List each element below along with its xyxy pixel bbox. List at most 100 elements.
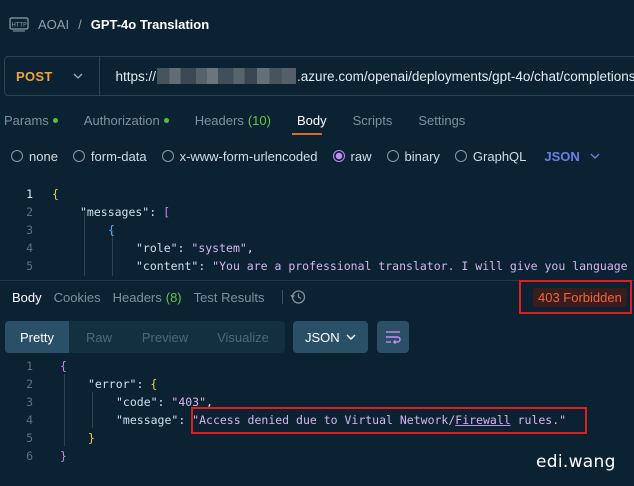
tab-body-label: Body [296, 112, 327, 128]
wrap-lines-button[interactable] [377, 321, 409, 353]
line-number: 3 [26, 223, 33, 237]
wrap-lines-icon [386, 331, 401, 344]
radio-form-data[interactable]: form-data [72, 148, 147, 164]
body-format-label: JSON [544, 148, 580, 164]
json-colon: : [157, 395, 172, 409]
response-tab-body-label: Body [12, 289, 42, 305]
method-select[interactable]: POST [5, 57, 100, 95]
code-text: } [88, 431, 95, 445]
breadcrumb: HTTP AOAI / GPT-4o Translation [9, 14, 209, 34]
response-tab-headers[interactable]: Headers (8) [113, 290, 182, 305]
radio-binary-circle [386, 150, 399, 162]
json-key: "role" [136, 241, 178, 255]
code-text: "role": "system", [136, 241, 254, 255]
code-text: } [60, 449, 67, 463]
code-text: "error": { [88, 377, 157, 391]
code-text: { [60, 359, 67, 373]
radio-binary-label: binary [404, 148, 440, 164]
url-prefix: https:// [115, 68, 157, 84]
radio-none[interactable]: none [11, 149, 58, 164]
line-number: 6 [26, 449, 33, 463]
json-string: "You are a professional translator. I wi… [212, 259, 628, 273]
request-bar: POST https:// .azure.com/openai/deployme… [4, 56, 634, 96]
breadcrumb-parent[interactable]: AOAI [38, 17, 69, 32]
indent-guide [64, 374, 65, 446]
radio-urlencoded-label: x-www-form-urlencoded [179, 148, 318, 164]
request-title[interactable]: GPT-4o Translation [91, 17, 209, 32]
json-colon: : [177, 241, 192, 255]
line-number: 1 [26, 187, 33, 201]
json-string: "system" [191, 241, 247, 255]
tab-headers[interactable]: Headers (10) [195, 113, 271, 128]
tab-body[interactable]: Body [297, 113, 327, 128]
radio-graphql-circle [454, 150, 467, 162]
radio-form-data-circle [72, 150, 85, 162]
redacted-hostname [157, 68, 297, 84]
tab-settings-label: Settings [418, 112, 466, 128]
indent-guide [92, 392, 93, 428]
radio-raw-circle [332, 150, 345, 162]
tab-params-label: Params [4, 112, 49, 128]
json-key: "code" [116, 395, 158, 409]
tab-authorization-label: Authorization [83, 112, 160, 128]
json-key: "message" [116, 413, 179, 427]
view-mode-preview[interactable]: Preview [129, 321, 201, 353]
history-icon[interactable] [289, 288, 307, 306]
json-key: "messages" [80, 205, 150, 219]
watermark: edi.wang [536, 452, 616, 472]
radio-raw-label: raw [350, 148, 372, 164]
view-mode-raw[interactable]: Raw [69, 321, 129, 353]
params-indicator-dot [52, 117, 58, 123]
line-number: 5 [26, 259, 33, 273]
response-format-select[interactable]: JSON [293, 321, 368, 353]
url-suffix: .azure.com/openai/deployments/gpt-4o/cha… [297, 68, 634, 84]
tab-scripts[interactable]: Scripts [353, 113, 393, 128]
url-input[interactable]: https:// .azure.com/openai/deployments/g… [100, 68, 634, 84]
tab-scripts-label: Scripts [352, 112, 393, 128]
json-comma: , [246, 241, 254, 255]
radio-form-data-label: form-data [90, 148, 147, 164]
json-key: "content" [136, 259, 199, 273]
radio-raw[interactable]: raw [332, 148, 372, 164]
response-tab-cookies[interactable]: Cookies [54, 290, 101, 305]
response-tab-body[interactable]: Body [12, 290, 42, 305]
line-number: 1 [26, 359, 33, 373]
code-text: { [52, 187, 59, 201]
request-tabs: Params Authorization Headers (10) Body Sc… [4, 110, 491, 130]
line-number: 4 [26, 241, 33, 255]
radio-graphql[interactable]: GraphQL [454, 148, 527, 164]
active-tab-underline [292, 133, 322, 135]
response-tab-cookies-label: Cookies [53, 289, 101, 305]
message-highlight-box [191, 407, 587, 434]
json-bracket: [ [163, 205, 171, 219]
svg-text:HTTP: HTTP [11, 22, 27, 29]
response-headers-count: (8) [165, 289, 182, 305]
radio-none-label: none [29, 148, 58, 164]
tab-headers-label: Headers [194, 112, 244, 128]
line-number: 2 [26, 205, 33, 219]
line-number: 3 [26, 395, 33, 409]
http-file-icon: HTTP [9, 15, 29, 33]
json-key: "error" [88, 377, 137, 391]
view-mode-pretty[interactable]: Pretty [5, 321, 69, 353]
radio-binary[interactable]: binary [386, 148, 440, 164]
line-number: 4 [26, 413, 33, 427]
tab-authorization[interactable]: Authorization [84, 113, 169, 128]
view-mode-visualize[interactable]: Visualize [201, 321, 285, 353]
radio-none-circle [11, 150, 23, 162]
tab-params[interactable]: Params [4, 113, 58, 128]
chevron-down-icon [73, 73, 82, 79]
breadcrumb-separator: / [78, 16, 82, 32]
code-text: { [108, 223, 115, 237]
request-body-editor[interactable]: 1 { 2 "messages": [ 3 { 4 "role": "syste… [0, 184, 634, 276]
radio-graphql-label: GraphQL [472, 148, 527, 164]
json-brace: { [150, 377, 158, 391]
response-tab-test-results[interactable]: Test Results [194, 290, 265, 305]
body-format-select[interactable]: JSON [544, 148, 600, 164]
line-number: 2 [26, 377, 33, 391]
response-tab-headers-label: Headers [112, 289, 162, 305]
chevron-down-icon [346, 334, 356, 340]
code-text: "messages": [ [80, 205, 170, 219]
radio-urlencoded[interactable]: x-www-form-urlencoded [161, 148, 318, 164]
tab-settings[interactable]: Settings [418, 113, 465, 128]
